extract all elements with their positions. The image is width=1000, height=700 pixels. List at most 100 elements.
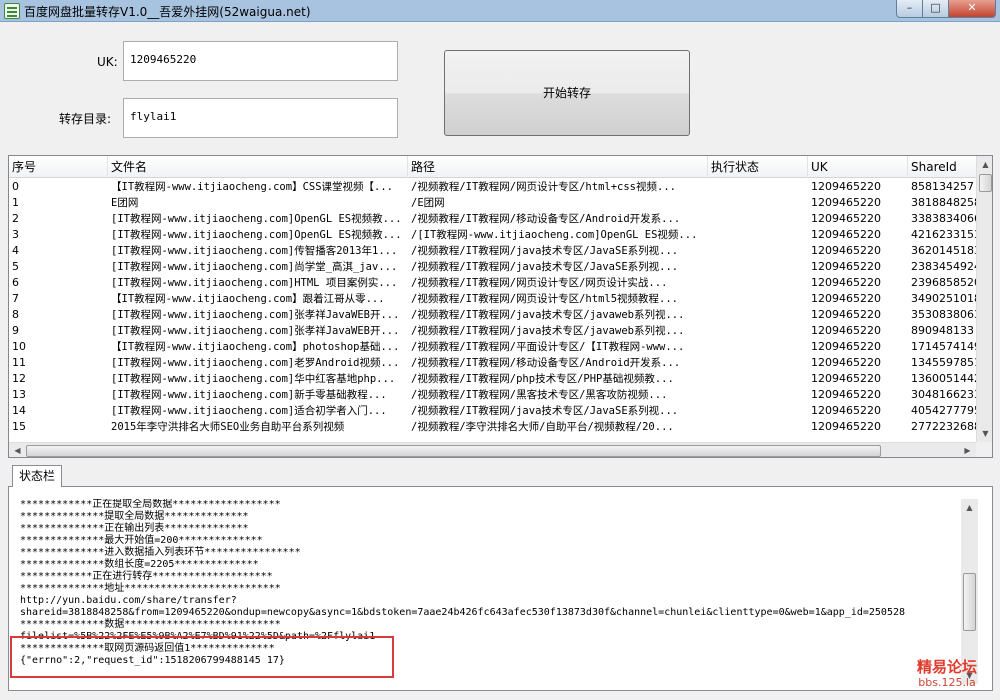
cell-filename: [IT教程网-www.itjiaocheng.com]张孝祥JavaWEB开..… [111, 309, 400, 321]
cell-shareid: 3383834066 [911, 212, 976, 225]
watermark-url: bbs.125.la [918, 676, 976, 689]
cell-path: /E团网 [411, 197, 445, 209]
start-transfer-button[interactable]: 开始转存 [444, 50, 690, 136]
dir-label: 转存目录: [59, 112, 112, 126]
table-row[interactable]: 7 【IT教程网-www.itjiaocheng.com】跟着江哥从零... /视频… [9, 291, 976, 307]
table-row[interactable]: 6 [IT教程网-www.itjiaocheng.com]HTML 项目案例实..… [9, 275, 976, 291]
cell-uk: 1209465220 [811, 356, 881, 369]
grid-vertical-scroll-thumb[interactable] [979, 174, 992, 192]
cell-filename: [IT教程网-www.itjiaocheng.com]适合初学者入门... [111, 405, 387, 417]
cell-path: /视频教程/IT教程网/网页设计专区/html+css视频... [411, 181, 676, 193]
col-header-shareid[interactable]: ShareId [908, 156, 976, 178]
log-vertical-scrollbar[interactable]: ▲ ▼ [961, 499, 978, 684]
cell-shareid: 858134257 [911, 180, 974, 193]
cell-path: /视频教程/IT教程网/php技术专区/PHP基础视频教... [411, 373, 674, 385]
cell-status [708, 227, 808, 243]
cell-status [708, 243, 808, 259]
cell-shareid: 4054277795 [911, 404, 976, 417]
cell-filename: [IT教程网-www.itjiaocheng.com]传智播客2013年1... [111, 245, 398, 257]
log-line: **************正在输出列表************** [20, 523, 249, 534]
table-row[interactable]: 4 [IT教程网-www.itjiaocheng.com]传智播客2013年1..… [9, 243, 976, 259]
col-header-index[interactable]: 序号 [9, 156, 108, 178]
cell-status [708, 291, 808, 307]
table-row[interactable]: 1 E团网/E团网 1209465220 3818848258 [9, 195, 976, 211]
scroll-up-arrow-icon[interactable]: ▲ [977, 156, 992, 173]
cell-shareid: 3530838063 [911, 308, 976, 321]
cell-uk: 1209465220 [811, 292, 881, 305]
col-header-path[interactable]: 路径 [408, 156, 708, 178]
maximize-button[interactable]: □ [922, 0, 949, 18]
cell-uk: 1209465220 [811, 212, 881, 225]
dir-input[interactable]: flylai1 [123, 98, 398, 138]
cell-index: 10 [12, 340, 26, 353]
cell-shareid: 1345597851 [911, 356, 976, 369]
log-line: **************最大开始值=200************** [20, 535, 263, 546]
title-bar[interactable]: 百度网盘批量转存V1.0__吾爱外挂网(52waigua.net) – □ ✕ [0, 0, 1000, 22]
table-row[interactable]: 8 [IT教程网-www.itjiaocheng.com]张孝祥JavaWEB开.… [9, 307, 976, 323]
file-grid[interactable]: 序号 文件名 路径 执行状态 UK ShareId 0 【IT教程网-www.it… [8, 155, 993, 458]
cell-shareid: 3818848258 [911, 196, 976, 209]
log-scroll-thumb[interactable] [963, 573, 976, 631]
cell-index: 3 [12, 228, 19, 241]
cell-status [708, 195, 808, 211]
cell-index: 5 [12, 260, 19, 273]
cell-index: 1 [12, 196, 19, 209]
cell-path: /视频教程/IT教程网/网页设计专区/html5视频教程... [411, 293, 679, 305]
table-row[interactable]: 11 [IT教程网-www.itjiaocheng.com]老罗Android视频… [9, 355, 976, 371]
cell-path: /视频教程/IT教程网/java技术专区/javaweb系列视... [411, 309, 685, 321]
uk-input[interactable]: 1209465220 [123, 41, 398, 81]
table-row[interactable]: 5 [IT教程网-www.itjiaocheng.com]尚学堂_高淇_jav..… [9, 259, 976, 275]
log-scroll-up-arrow-icon[interactable]: ▲ [961, 499, 978, 516]
grid-horizontal-scrollbar[interactable]: ◀ ▶ [9, 442, 976, 457]
log-line: ************正在提取全局数据****************** [20, 499, 281, 510]
cell-index: 9 [12, 324, 19, 337]
cell-shareid: 3620145183 [911, 244, 976, 257]
close-button[interactable]: ✕ [948, 0, 996, 18]
cell-index: 2 [12, 212, 19, 225]
cell-shareid: 3490251018 [911, 292, 976, 305]
cell-filename: [IT教程网-www.itjiaocheng.com]OpenGL ES视频教.… [111, 229, 402, 241]
col-header-uk[interactable]: UK [808, 156, 908, 178]
cell-shareid: 1360051442 [911, 372, 976, 385]
cell-uk: 1209465220 [811, 308, 881, 321]
cell-filename: [IT教程网-www.itjiaocheng.com]老罗Android视频..… [111, 357, 400, 369]
cell-index: 8 [12, 308, 19, 321]
cell-uk: 1209465220 [811, 388, 881, 401]
log-line: **************数组长度=2205************** [20, 559, 259, 570]
cell-path: /视频教程/IT教程网/移动设备专区/Android开发系... [411, 213, 681, 225]
cell-index: 0 [12, 180, 19, 193]
cell-path: /视频教程/IT教程网/java技术专区/JavaSE系列视... [411, 405, 679, 417]
cell-status [708, 211, 808, 227]
tab-status[interactable]: 状态栏 [12, 465, 62, 487]
table-row[interactable]: 2 [IT教程网-www.itjiaocheng.com]OpenGL ES视频教… [9, 211, 976, 227]
cell-status [708, 179, 808, 195]
minimize-button[interactable]: – [896, 0, 923, 18]
cell-uk: 1209465220 [811, 276, 881, 289]
table-row[interactable]: 3 [IT教程网-www.itjiaocheng.com]OpenGL ES视频教… [9, 227, 976, 243]
scroll-right-arrow-icon[interactable]: ▶ [959, 442, 976, 457]
window-title: 百度网盘批量转存V1.0__吾爱外挂网(52waigua.net) [24, 5, 311, 19]
table-row[interactable]: 15 2015年李守洪排名大师SEO业务自助平台系列视频/视频教程/李守洪排名大师… [9, 419, 976, 435]
table-row[interactable]: 10 【IT教程网-www.itjiaocheng.com】photoshop基础… [9, 339, 976, 355]
cell-filename: [IT教程网-www.itjiaocheng.com]华中红客基地php... [111, 373, 396, 385]
table-row[interactable]: 9 [IT教程网-www.itjiaocheng.com]张孝祥JavaWEB开.… [9, 323, 976, 339]
cell-status [708, 275, 808, 291]
table-row[interactable]: 13 [IT教程网-www.itjiaocheng.com]新手零基础教程... /… [9, 387, 976, 403]
cell-filename: [IT教程网-www.itjiaocheng.com]尚学堂_高淇_jav... [111, 261, 398, 273]
grid-vertical-scrollbar[interactable]: ▲ ▼ [976, 156, 992, 442]
grid-horizontal-scroll-thumb[interactable] [26, 445, 881, 457]
col-header-filename[interactable]: 文件名 [108, 156, 408, 178]
cell-index: 12 [12, 372, 26, 385]
scroll-down-arrow-icon[interactable]: ▼ [977, 425, 992, 442]
watermark-title: 精易论坛 [916, 658, 977, 676]
cell-index: 11 [12, 356, 26, 369]
cell-index: 13 [12, 388, 26, 401]
table-row[interactable]: 12 [IT教程网-www.itjiaocheng.com]华中红客基地php..… [9, 371, 976, 387]
table-row[interactable]: 14 [IT教程网-www.itjiaocheng.com]适合初学者入门... /… [9, 403, 976, 419]
col-header-status[interactable]: 执行状态 [708, 156, 808, 178]
scroll-left-arrow-icon[interactable]: ◀ [9, 442, 26, 457]
table-row[interactable]: 0 【IT教程网-www.itjiaocheng.com】CSS课堂视频【... /… [9, 179, 976, 195]
cell-path: /视频教程/IT教程网/网页设计专区/网页设计实战... [411, 277, 668, 289]
log-line: **************数据************************… [20, 619, 281, 630]
cell-uk: 1209465220 [811, 260, 881, 273]
